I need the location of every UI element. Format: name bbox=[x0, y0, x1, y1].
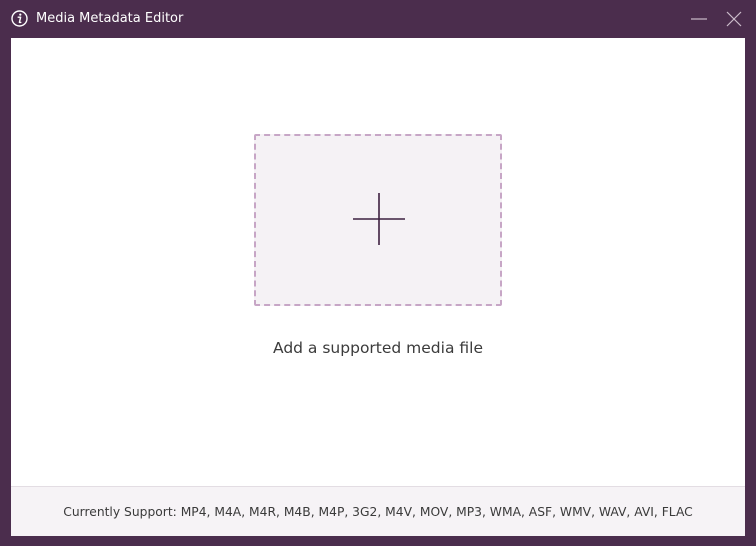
add-file-label: Add a supported media file bbox=[273, 339, 483, 357]
window-title: Media Metadata Editor bbox=[36, 11, 184, 26]
info-icon bbox=[11, 10, 28, 27]
supported-formats-text: Currently Support: MP4, M4A, M4R, M4B, M… bbox=[63, 505, 693, 519]
title-bar[interactable]: Media Metadata Editor bbox=[0, 0, 756, 38]
main-content: Add a supported media file bbox=[11, 38, 745, 486]
add-file-dropzone[interactable] bbox=[254, 134, 502, 306]
plus-icon bbox=[353, 193, 405, 245]
close-button[interactable] bbox=[723, 8, 745, 30]
close-icon bbox=[726, 11, 742, 27]
footer-bar: Currently Support: MP4, M4A, M4R, M4B, M… bbox=[11, 486, 745, 536]
app-window: Media Metadata Editor Add a supported me… bbox=[0, 0, 756, 546]
minimize-button[interactable] bbox=[688, 8, 710, 30]
